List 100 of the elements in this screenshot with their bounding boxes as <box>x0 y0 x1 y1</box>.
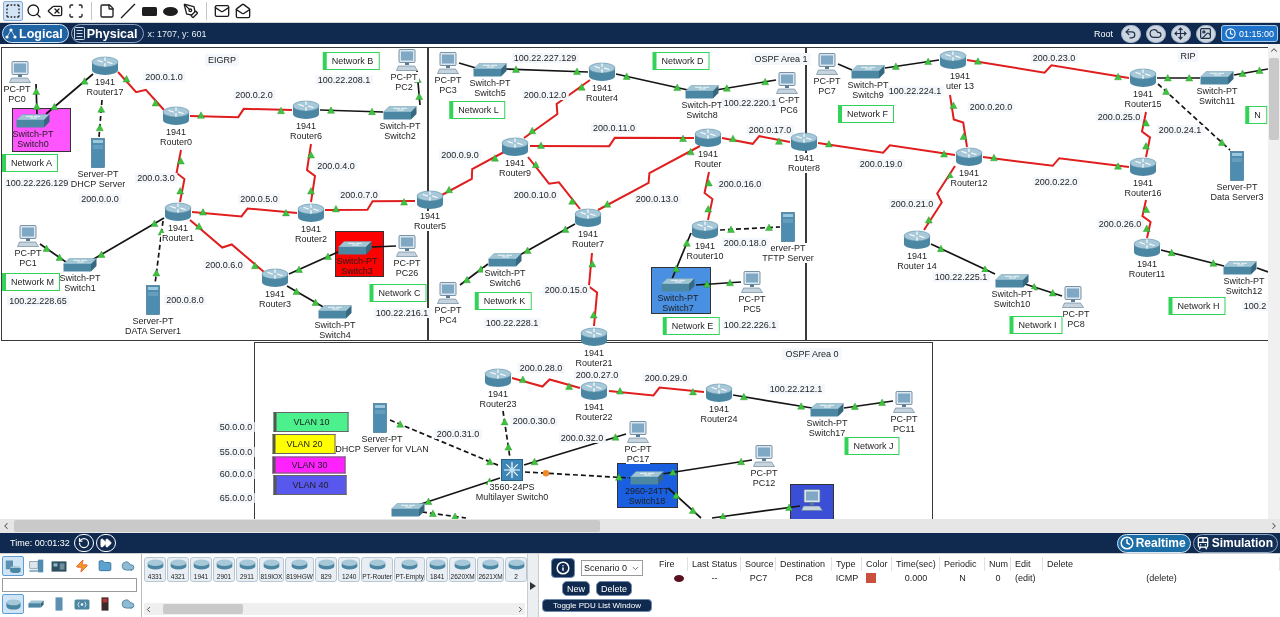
serial-link[interactable] <box>587 252 599 327</box>
multilayer-switch-icon[interactable] <box>501 459 523 481</box>
ethernet-link[interactable] <box>35 83 38 115</box>
router-icon[interactable] <box>401 559 419 570</box>
serial-link[interactable] <box>191 207 298 218</box>
fire-dot-icon[interactable] <box>674 574 684 582</box>
ethernet-link[interactable] <box>523 433 627 466</box>
switch-icon[interactable] <box>318 305 352 319</box>
ethernet-link[interactable] <box>319 109 384 113</box>
router-icon[interactable] <box>297 203 325 223</box>
serial-link[interactable] <box>529 136 695 148</box>
serial-link[interactable] <box>324 200 416 211</box>
ethernet-link[interactable] <box>732 394 813 409</box>
ethernet-link[interactable] <box>371 245 397 248</box>
mode-tab[interactable]: Realtime <box>1116 533 1191 553</box>
chevron-right-icon[interactable] <box>516 604 525 614</box>
router-icon[interactable] <box>580 327 608 347</box>
router-icon[interactable] <box>507 559 525 570</box>
crossover-link[interactable] <box>98 99 103 138</box>
switch-icon[interactable] <box>473 63 507 77</box>
serial-link[interactable] <box>1141 199 1152 239</box>
network-icon[interactable] <box>5 27 17 40</box>
computer-icon[interactable] <box>801 489 823 511</box>
router-icon[interactable] <box>939 50 967 70</box>
computer-icon[interactable] <box>776 72 798 94</box>
ethernet-link[interactable] <box>843 400 894 409</box>
router-icon[interactable] <box>694 128 722 148</box>
router-icon[interactable] <box>955 147 983 167</box>
router-icon[interactable] <box>790 132 818 152</box>
switch-icon[interactable] <box>1223 261 1257 275</box>
switch-icon[interactable] <box>391 503 425 517</box>
router-icon[interactable] <box>291 559 308 570</box>
workspace-tool-button[interactable] <box>1145 24 1166 43</box>
ethernet-link[interactable] <box>667 487 702 519</box>
serial-link[interactable] <box>949 94 968 148</box>
image-icon[interactable] <box>1199 27 1213 40</box>
router-icon[interactable] <box>317 559 335 570</box>
crossover-link[interactable] <box>719 226 781 231</box>
chevron-right-icon[interactable] <box>1269 521 1279 531</box>
tower-icon[interactable] <box>55 597 63 611</box>
router-icon[interactable] <box>580 381 608 401</box>
router-icon[interactable] <box>428 559 446 570</box>
serial-link[interactable] <box>1140 111 1152 158</box>
ellipse-icon[interactable] <box>162 6 178 16</box>
ethernet-link[interactable] <box>504 68 589 73</box>
switch-icon[interactable] <box>16 114 50 128</box>
workspace-tool-button[interactable] <box>1170 24 1191 43</box>
router-icon[interactable] <box>903 230 931 250</box>
router-icon[interactable] <box>1129 68 1157 88</box>
computer-icon[interactable] <box>741 271 763 293</box>
ethernet-link[interactable] <box>1160 249 1225 267</box>
ethernet-link[interactable] <box>288 251 339 275</box>
router-icon[interactable] <box>484 368 512 388</box>
switch-icon[interactable] <box>383 106 417 120</box>
horizontal-scrollbar[interactable] <box>0 519 1280 533</box>
router-icon[interactable] <box>416 190 444 210</box>
scrollbar-thumb[interactable] <box>14 520 600 532</box>
serial-link[interactable] <box>175 149 186 203</box>
computer-icon[interactable] <box>1062 286 1084 308</box>
router-icon[interactable] <box>454 559 472 570</box>
workspace-tool-button[interactable] <box>1120 24 1141 43</box>
switch-icon[interactable] <box>630 471 664 485</box>
router-icon[interactable] <box>261 268 289 288</box>
crossover-link[interactable] <box>502 410 511 459</box>
computer-icon[interactable] <box>627 421 649 443</box>
router-icon[interactable] <box>238 559 256 570</box>
switch-icon[interactable] <box>851 65 885 79</box>
router-icon[interactable] <box>262 559 280 570</box>
router-icon[interactable] <box>162 106 190 126</box>
router-icon[interactable] <box>340 559 358 570</box>
serial-link[interactable] <box>511 377 581 389</box>
switch-icon[interactable] <box>1200 71 1234 85</box>
move-icon[interactable] <box>1174 27 1188 40</box>
ethernet-link[interactable] <box>661 459 753 475</box>
ethernet-link[interactable] <box>711 505 801 519</box>
mode-tab[interactable]: Simulation <box>1192 533 1278 553</box>
router-icon[interactable] <box>482 559 500 570</box>
ethernet-link[interactable] <box>1233 68 1268 76</box>
serial-link[interactable] <box>721 135 791 145</box>
router-icon[interactable] <box>368 559 386 570</box>
collapse-button[interactable] <box>527 554 538 617</box>
scenario-button[interactable]: Delete <box>596 581 632 596</box>
scenario-button[interactable]: New <box>562 581 590 596</box>
ethernet-link[interactable] <box>458 62 477 69</box>
tram-icon[interactable] <box>1195 536 1210 550</box>
chevron-up-icon[interactable] <box>1269 45 1279 55</box>
router-icon[interactable] <box>705 383 733 403</box>
info-icon[interactable] <box>556 561 570 575</box>
clock-icon[interactable] <box>1119 536 1134 550</box>
switch-icon[interactable] <box>28 600 44 608</box>
computer-icon[interactable] <box>9 61 31 83</box>
router-icon[interactable] <box>1129 157 1157 177</box>
switch-icon[interactable] <box>661 278 695 292</box>
switch-icon[interactable] <box>995 274 1029 288</box>
crossover-link[interactable] <box>421 511 467 519</box>
ethernet-link[interactable] <box>837 63 853 71</box>
router-icon[interactable] <box>691 220 719 240</box>
router-icon[interactable] <box>574 208 602 228</box>
ethernet-link[interactable] <box>1256 267 1268 273</box>
serial-link[interactable] <box>305 143 317 203</box>
